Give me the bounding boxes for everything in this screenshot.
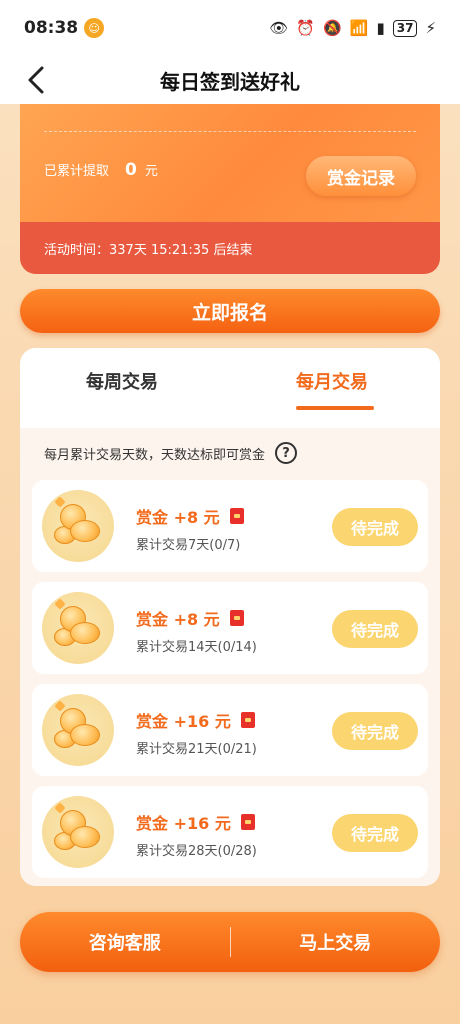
chevron-left-icon [28, 66, 44, 94]
red-packet-icon [240, 814, 255, 830]
task-detail: 累计交易14天(0/14) [136, 640, 257, 655]
coins-icon [42, 796, 114, 868]
nav-bar: 每日签到送好礼 [0, 56, 460, 104]
task-item: 赏金 +16 元 累计交易21天(0/21) 待完成 [32, 684, 428, 776]
status-time: 08:38 [24, 18, 79, 38]
task-item: 赏金 +8 元 累计交易7天(0/7) 待完成 [32, 480, 428, 572]
signal-icon: ▮ [376, 19, 385, 37]
task-reward: 赏金 +8 元 [136, 504, 244, 528]
reward-record-button[interactable]: 赏金记录 [306, 156, 416, 196]
tab-weekly[interactable]: 每周交易 [86, 368, 158, 400]
task-reward-text: 赏金 +16 元 [136, 814, 231, 833]
trade-now-button[interactable]: 马上交易 [231, 912, 441, 972]
divider [44, 131, 416, 132]
task-reward: 赏金 +16 元 [136, 810, 255, 834]
coins-icon [42, 490, 114, 562]
task-description: 每月累计交易天数，天数达标即可赏金 ? [44, 442, 298, 464]
status-icons: 👁 ⏰ 🔕 📶 ▮ 37 ⚡ [269, 19, 436, 37]
red-packet-icon [229, 610, 244, 626]
wifi-icon: 📶 [349, 19, 369, 37]
task-description-text: 每月累计交易天数，天数达标即可赏金 [44, 447, 266, 463]
task-panel: 每周交易 每月交易 每月累计交易天数，天数达标即可赏金 ? 赏金 +8 元 累计… [20, 348, 440, 886]
eye-icon: 👁 [269, 19, 289, 37]
coins-icon [42, 592, 114, 664]
back-button[interactable] [20, 64, 52, 96]
task-reward-text: 赏金 +8 元 [136, 610, 220, 629]
alarm-icon: ⏰ [296, 19, 316, 37]
coins-icon [42, 694, 114, 766]
task-item: 赏金 +16 元 累计交易28天(0/28) 待完成 [32, 786, 428, 878]
bottom-action-bar: 咨询客服 马上交易 [20, 912, 440, 972]
withdraw-label: 已累计提取 [44, 164, 110, 179]
battery-icon: 37 [392, 19, 418, 37]
tab-bar: 每周交易 每月交易 [20, 348, 440, 428]
page-title: 每日签到送好礼 [160, 69, 300, 94]
task-detail: 累计交易28天(0/28) [136, 844, 257, 859]
task-status-button[interactable]: 待完成 [332, 610, 418, 648]
task-detail: 累计交易21天(0/21) [136, 742, 257, 757]
task-item: 赏金 +8 元 累计交易14天(0/14) 待完成 [32, 582, 428, 674]
withdraw-summary: 已累计提取 0 元 [44, 160, 158, 180]
task-reward-text: 赏金 +8 元 [136, 508, 220, 527]
task-reward: 赏金 +16 元 [136, 708, 255, 732]
signup-button[interactable]: 立即报名 [20, 289, 440, 333]
task-reward: 赏金 +8 元 [136, 606, 244, 630]
task-status-button[interactable]: 待完成 [332, 712, 418, 750]
activity-time-bar: 活动时间：337天 15:21:35 后结束 [20, 222, 440, 274]
task-status-button[interactable]: 待完成 [332, 814, 418, 852]
reward-card: 已累计提取 0 元 赏金记录 活动时间：337天 15:21:35 后结束 [20, 104, 440, 274]
consult-service-button[interactable]: 咨询客服 [20, 912, 230, 972]
task-reward-text: 赏金 +16 元 [136, 712, 231, 731]
withdraw-amount: 0 [125, 160, 137, 180]
task-area: 每月累计交易天数，天数达标即可赏金 ? 赏金 +8 元 累计交易7天(0/7) … [20, 428, 440, 886]
task-list: 赏金 +8 元 累计交易7天(0/7) 待完成 赏金 +8 元 累计交易14天(… [32, 480, 428, 886]
withdraw-unit: 元 [144, 164, 158, 179]
task-detail: 累计交易7天(0/7) [136, 538, 241, 553]
status-bar: 08:38 ☺ 👁 ⏰ 🔕 📶 ▮ 37 ⚡ [0, 0, 460, 56]
red-packet-icon [240, 712, 255, 728]
charging-icon: ⚡ [425, 19, 436, 37]
red-packet-icon [229, 508, 244, 524]
mute-icon: 🔕 [323, 19, 342, 37]
tab-monthly[interactable]: 每月交易 [296, 368, 368, 400]
active-tab-indicator [296, 406, 374, 410]
notification-app-icon: ☺ [84, 18, 105, 38]
task-status-button[interactable]: 待完成 [332, 508, 418, 546]
help-icon[interactable]: ? [275, 442, 298, 464]
